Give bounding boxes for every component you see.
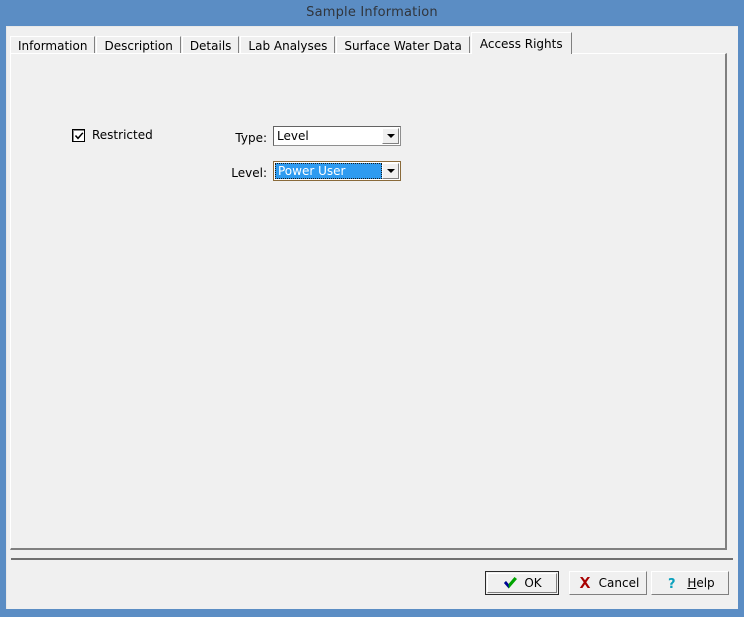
tab-information[interactable]: Information [10,36,95,54]
tab-label: Information [18,40,87,52]
level-label: Level: [211,165,267,181]
restricted-label: Restricted [92,128,153,142]
chevron-down-icon [387,134,395,138]
level-combobox[interactable]: Power User [273,161,401,181]
type-label: Type: [211,130,267,146]
tab-description[interactable]: Description [96,36,180,54]
tab-label: Description [104,40,172,52]
ok-button[interactable]: OK [485,571,559,595]
tab-details[interactable]: Details [182,36,240,54]
level-combobox-dropdown-button[interactable] [382,163,399,179]
page-title: Sample Information [306,5,438,20]
svg-text:?: ? [668,577,676,590]
level-combobox-value: Power User [275,163,382,179]
tab-strip: Information Description Details Lab Anal… [10,33,573,54]
question-mark-icon: ? [665,575,681,591]
restricted-checkbox-row[interactable]: Restricted [72,128,153,142]
help-button[interactable]: ? Help [651,571,729,595]
ok-button-label: OK [524,576,541,590]
tab-lab-analyses[interactable]: Lab Analyses [240,36,335,54]
help-accel-letter: H [687,576,696,590]
title-bar: Sample Information [0,0,744,24]
tab-label: Surface Water Data [344,40,461,52]
cancel-button-label: Cancel [599,576,640,590]
dialog-window: Sample Information Information Descripti… [0,0,744,617]
green-check-icon [502,575,518,591]
help-button-label: Help [687,576,714,590]
footer-separator [11,558,733,560]
dialog-client-area: Information Description Details Lab Anal… [6,26,738,609]
restricted-checkbox[interactable] [72,129,85,142]
tab-surface-water-data[interactable]: Surface Water Data [336,36,469,54]
tab-label: Access Rights [480,38,563,50]
type-combobox[interactable]: Level [273,126,401,146]
type-combobox-value: Level [274,127,382,145]
type-combobox-dropdown-button[interactable] [382,128,399,144]
tab-label: Lab Analyses [248,40,327,52]
tab-access-rights[interactable]: Access Rights [471,32,572,54]
help-label-rest: elp [696,576,714,590]
ok-button-inner-bevel [487,573,557,593]
red-x-icon [577,575,593,591]
cancel-button[interactable]: Cancel [569,571,647,595]
check-icon [74,131,85,142]
tab-label: Details [190,40,232,52]
tab-content-panel: Restricted Type: Level Level: Power User [10,53,727,550]
chevron-down-icon [387,169,395,173]
